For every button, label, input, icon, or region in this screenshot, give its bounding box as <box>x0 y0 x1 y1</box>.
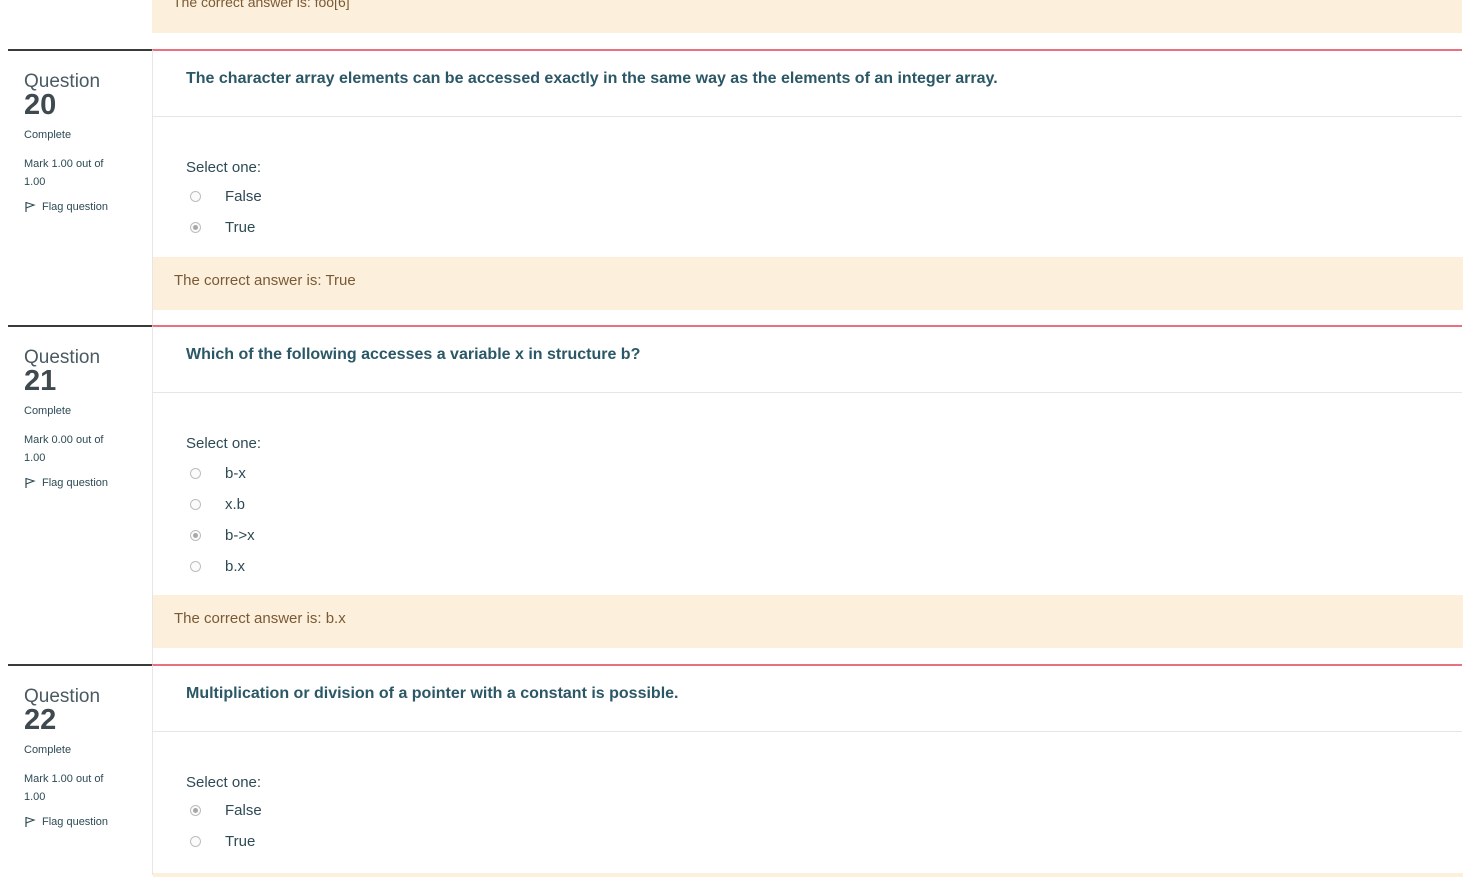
question-number: 22 <box>24 704 57 736</box>
question-info: Question 21 Complete Mark 0.00 out of 1.… <box>8 325 152 667</box>
radio-button[interactable] <box>190 561 201 572</box>
flag-icon <box>25 816 36 827</box>
select-one-prompt: Select one: <box>186 159 262 176</box>
option-label: True <box>225 219 256 236</box>
divider <box>153 392 1462 393</box>
question-state: Complete <box>24 744 72 756</box>
question-text: Which of the following accesses a variab… <box>186 346 641 363</box>
feedback-text: The correct answer is: True <box>174 272 356 289</box>
answer-option-false[interactable]: False <box>190 188 262 205</box>
answer-option-true[interactable]: True <box>190 219 255 236</box>
answer-option-false[interactable]: False <box>190 802 262 819</box>
flag-icon <box>25 201 36 212</box>
radio-button-selected[interactable] <box>190 222 201 233</box>
radio-button[interactable] <box>190 191 201 202</box>
select-one-prompt: Select one: <box>186 774 262 791</box>
option-label: False <box>225 188 262 205</box>
option-label: False <box>225 802 262 819</box>
option-label: True <box>225 833 256 850</box>
answer-option-true[interactable]: True <box>190 833 255 850</box>
radio-button-selected[interactable] <box>190 530 201 541</box>
correct-answer-feedback <box>153 873 1463 877</box>
radio-button-selected[interactable] <box>190 805 201 816</box>
question-22: Question 22 Complete Mark 1.00 out of 1.… <box>0 664 1473 877</box>
answer-option-b-dot-x[interactable]: b.x <box>190 558 245 575</box>
previous-question-feedback: The correct answer is: foo[6] <box>152 0 1462 33</box>
radio-button[interactable] <box>190 499 201 510</box>
question-text: Multiplication or division of a pointer … <box>186 685 679 702</box>
feedback-text: The correct answer is: b.x <box>174 610 346 627</box>
divider <box>153 731 1462 732</box>
radio-button[interactable] <box>190 468 201 479</box>
question-content: Which of the following accesses a variab… <box>152 325 1463 665</box>
flag-question-link[interactable]: Flag question <box>24 477 108 489</box>
answer-option-x-b[interactable]: x.b <box>190 496 245 513</box>
flag-question-link[interactable]: Flag question <box>24 201 108 213</box>
flag-question-link[interactable]: Flag question <box>24 816 108 828</box>
question-grade: Mark 1.00 out of 1.00 <box>24 158 104 188</box>
flag-question-label: Flag question <box>42 477 109 489</box>
question-number: 20 <box>24 89 57 121</box>
answer-option-b-x[interactable]: b-x <box>190 465 246 482</box>
feedback-text: The correct answer is: foo[6] <box>173 0 350 10</box>
question-content: Multiplication or division of a pointer … <box>152 664 1463 877</box>
question-number: 21 <box>24 365 57 397</box>
question-info: Question 22 Complete Mark 1.00 out of 1.… <box>8 664 152 877</box>
question-21: Question 21 Complete Mark 0.00 out of 1.… <box>0 325 1473 665</box>
flag-question-label: Flag question <box>42 816 109 828</box>
radio-button[interactable] <box>190 836 201 847</box>
question-grade: Mark 1.00 out of 1.00 <box>24 773 104 803</box>
question-grade: Mark 0.00 out of 1.00 <box>24 434 104 464</box>
option-label: b-x <box>225 465 246 482</box>
flag-icon <box>25 477 36 488</box>
question-state: Complete <box>24 405 72 417</box>
question-state: Complete <box>24 129 72 141</box>
divider <box>153 116 1462 117</box>
option-label: b.x <box>225 558 246 575</box>
option-label: x.b <box>225 496 246 513</box>
correct-answer-feedback: The correct answer is: True <box>153 257 1463 310</box>
correct-answer-feedback: The correct answer is: b.x <box>153 595 1463 648</box>
question-20: Question 20 Complete Mark 1.00 out of 1.… <box>0 49 1473 326</box>
question-content: The character array elements can be acce… <box>152 49 1463 326</box>
flag-question-label: Flag question <box>42 201 109 213</box>
option-label: b->x <box>225 527 255 544</box>
question-text: The character array elements can be acce… <box>186 70 998 87</box>
question-info: Question 20 Complete Mark 1.00 out of 1.… <box>8 49 152 328</box>
select-one-prompt: Select one: <box>186 435 262 452</box>
answer-option-b-arrow-x[interactable]: b->x <box>190 527 255 544</box>
